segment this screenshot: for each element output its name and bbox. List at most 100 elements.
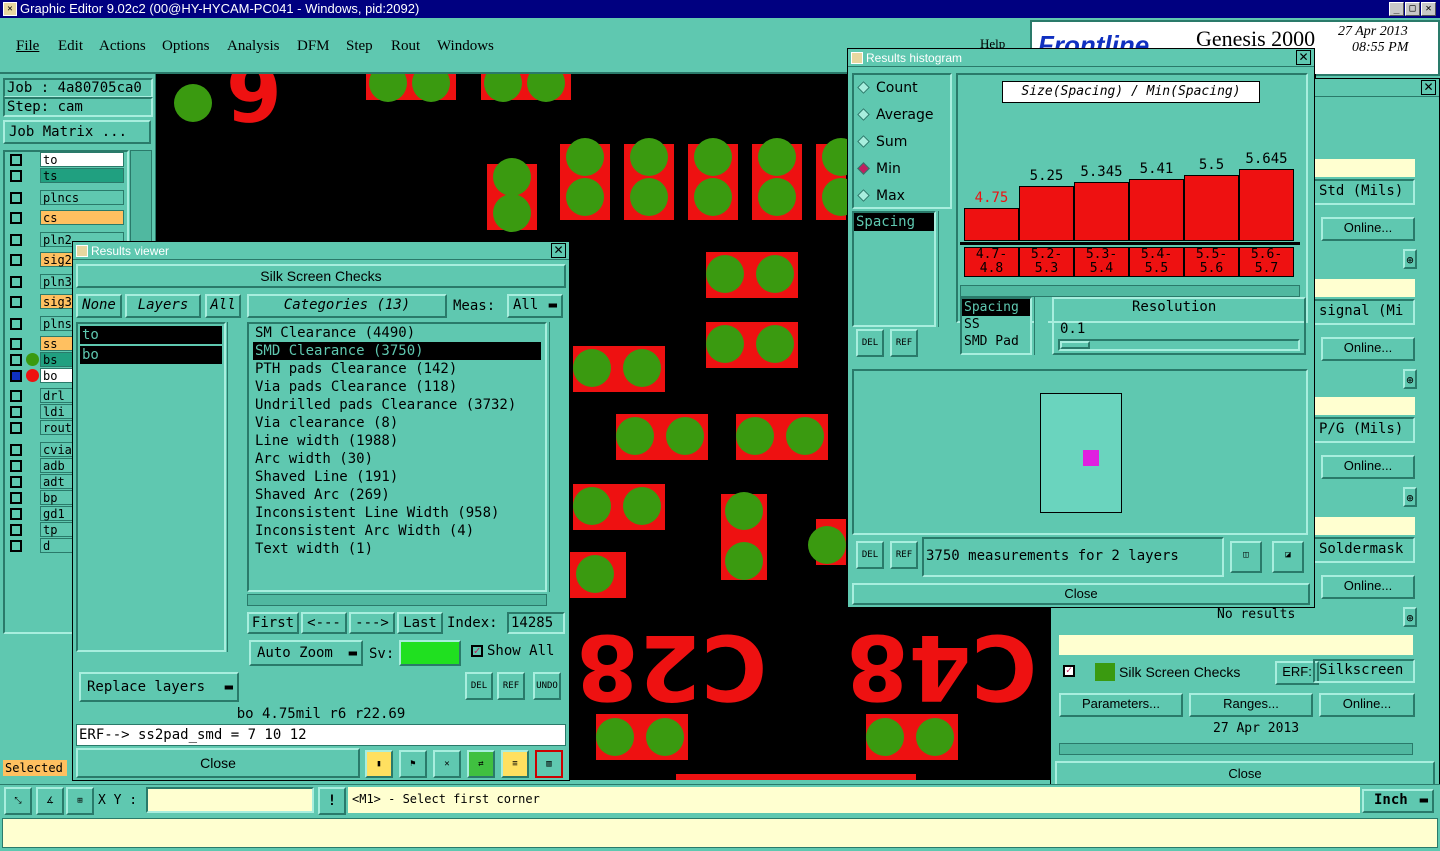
layer-checkbox[interactable] [10,318,22,330]
histogram-close-button[interactable]: Close [852,583,1310,605]
last-button[interactable]: Last [397,612,443,634]
category-item[interactable]: Inconsistent Line Width (958) [253,504,541,522]
erf-icon[interactable]: ✕ [433,750,461,778]
alert-icon[interactable]: ! [318,787,346,815]
parameters-button[interactable]: Parameters... [1059,693,1183,717]
compare-icon[interactable]: ⇄ [467,750,495,778]
ref-button[interactable]: REF [497,672,525,700]
checklist-close-icon[interactable]: ✕ [1421,80,1436,95]
menu-actions[interactable]: Actions [99,38,146,55]
flag-icon[interactable]: ⚑ [399,750,427,778]
category-scrollbar[interactable] [549,322,563,592]
list-item[interactable]: SMD Pad [962,333,1030,350]
category-item[interactable]: Shaved Arc (269) [253,486,541,504]
job-matrix-button[interactable]: Job Matrix ... [3,120,151,144]
expand-icon[interactable]: ⊕ [1403,249,1417,269]
ranges-button[interactable]: Ranges... [1189,693,1313,717]
category-item[interactable]: SMD Clearance (3750) [253,342,541,360]
menu-file[interactable]: File [16,38,39,55]
menu-edit[interactable]: Edit [58,38,83,55]
chart-hscrollbar[interactable] [960,285,1300,297]
resolution-slider-handle[interactable] [1060,341,1090,349]
meas-select[interactable]: All ▬ [507,294,563,318]
layer-checkbox[interactable] [10,296,22,308]
histogram-icon[interactable]: ▥ [535,750,563,778]
results-viewer-close-button[interactable]: Close [76,748,360,778]
check-online-button[interactable]: Online... [1321,337,1415,361]
layer-checkbox[interactable] [10,422,22,434]
mode-radio-sum[interactable]: Sum [854,129,950,156]
histogram-ref-button[interactable]: REF [890,329,918,357]
close-window-button[interactable]: ✕ [1421,2,1436,16]
layer-checkbox[interactable] [10,254,22,266]
undo-button[interactable]: UNDO [533,672,561,700]
all-layers-button[interactable]: All [205,294,241,318]
menu-options[interactable]: Options [162,38,210,55]
histogram-titlebar[interactable]: Results histogram ✕ [848,49,1314,67]
menu-windows[interactable]: Windows [437,38,494,55]
category-hscrollbar[interactable] [247,594,547,606]
categories-button[interactable]: Categories (13) [247,294,447,318]
layers-button[interactable]: Layers [125,294,201,318]
check-online-button[interactable]: Online... [1321,575,1415,599]
histogram-field-list[interactable]: Spacing [852,211,936,327]
layer-checkbox[interactable] [10,540,22,552]
category-item[interactable]: Arc width (30) [253,450,541,468]
histogram-bar[interactable] [1239,169,1294,241]
grid-icon[interactable]: ⊞ [66,787,94,815]
category-item[interactable]: Line width (1988) [253,432,541,450]
first-button[interactable]: First [247,612,299,634]
mode-radio-max[interactable]: Max [854,183,950,210]
layer-checkbox[interactable] [10,192,22,204]
mode-radio-average[interactable]: Average [854,102,950,129]
check-enable-checkbox[interactable]: ✓ [1063,665,1075,677]
histogram-bar[interactable] [1129,179,1184,241]
layer-checkbox[interactable] [10,338,22,350]
layer-checkbox[interactable] [10,276,22,288]
zoom-home-icon[interactable]: ◪ [1272,541,1304,573]
layer-checkbox[interactable] [10,390,22,402]
layer-row-ts[interactable]: ts [6,168,124,184]
check-online-button[interactable]: Online... [1321,455,1415,479]
minimize-button[interactable]: _ [1389,2,1404,16]
del-button[interactable]: DEL [465,672,493,700]
menu-dfm[interactable]: DFM [297,38,330,55]
auto-zoom-select[interactable]: Auto Zoom ▬ [249,640,363,666]
mode-radio-min[interactable]: Min [854,156,950,183]
histogram-bar[interactable] [1074,182,1129,241]
zoom-window-icon[interactable]: ⤡ [4,787,32,815]
category-item[interactable]: SM Clearance (4490) [253,324,541,342]
next-button[interactable]: ---> [349,612,395,634]
report-icon[interactable]: ▮ [365,750,393,778]
zoom-to-icon[interactable]: ◫ [1230,541,1262,573]
category-item[interactable]: PTH pads Clearance (142) [253,360,541,378]
layer-list-scrollbar[interactable] [227,322,241,652]
checklist-hscrollbar[interactable] [1059,743,1413,755]
list-item[interactable]: Spacing [854,213,934,231]
sv-color-select[interactable] [399,640,461,666]
check-online-button[interactable]: Online... [1321,217,1415,241]
units-select[interactable]: Inch ▬ [1362,789,1434,813]
histogram-del-button[interactable]: DEL [856,329,884,357]
expand-icon[interactable]: ⊕ [1403,487,1417,507]
category-item[interactable]: Shaved Line (191) [253,468,541,486]
layer-checkbox[interactable] [10,170,22,182]
none-button[interactable]: None [76,294,122,318]
results-viewer-close-icon[interactable]: ✕ [551,243,566,258]
layer-result-list[interactable]: to bo [76,322,226,652]
layer-checkbox[interactable] [10,212,22,224]
app-icon[interactable]: ✕ [3,2,17,16]
preview-ref-button[interactable]: REF [890,541,918,569]
replace-layers-select[interactable]: Replace layers ▬ [79,672,239,702]
layer-checkbox[interactable] [10,154,22,166]
list-item[interactable]: Spacing [962,299,1030,316]
notes-icon[interactable]: ≡ [501,750,529,778]
category-item[interactable]: Via clearance (8) [253,414,541,432]
layer-checkbox[interactable] [10,444,22,456]
xy-input[interactable] [146,787,314,813]
check-erf-field[interactable]: signal (Mi [1313,299,1415,325]
expand-icon[interactable]: ⊕ [1403,369,1417,389]
menu-analysis[interactable]: Analysis [227,38,280,55]
prev-button[interactable]: <--- [301,612,347,634]
layer-checkbox[interactable] [10,524,22,536]
